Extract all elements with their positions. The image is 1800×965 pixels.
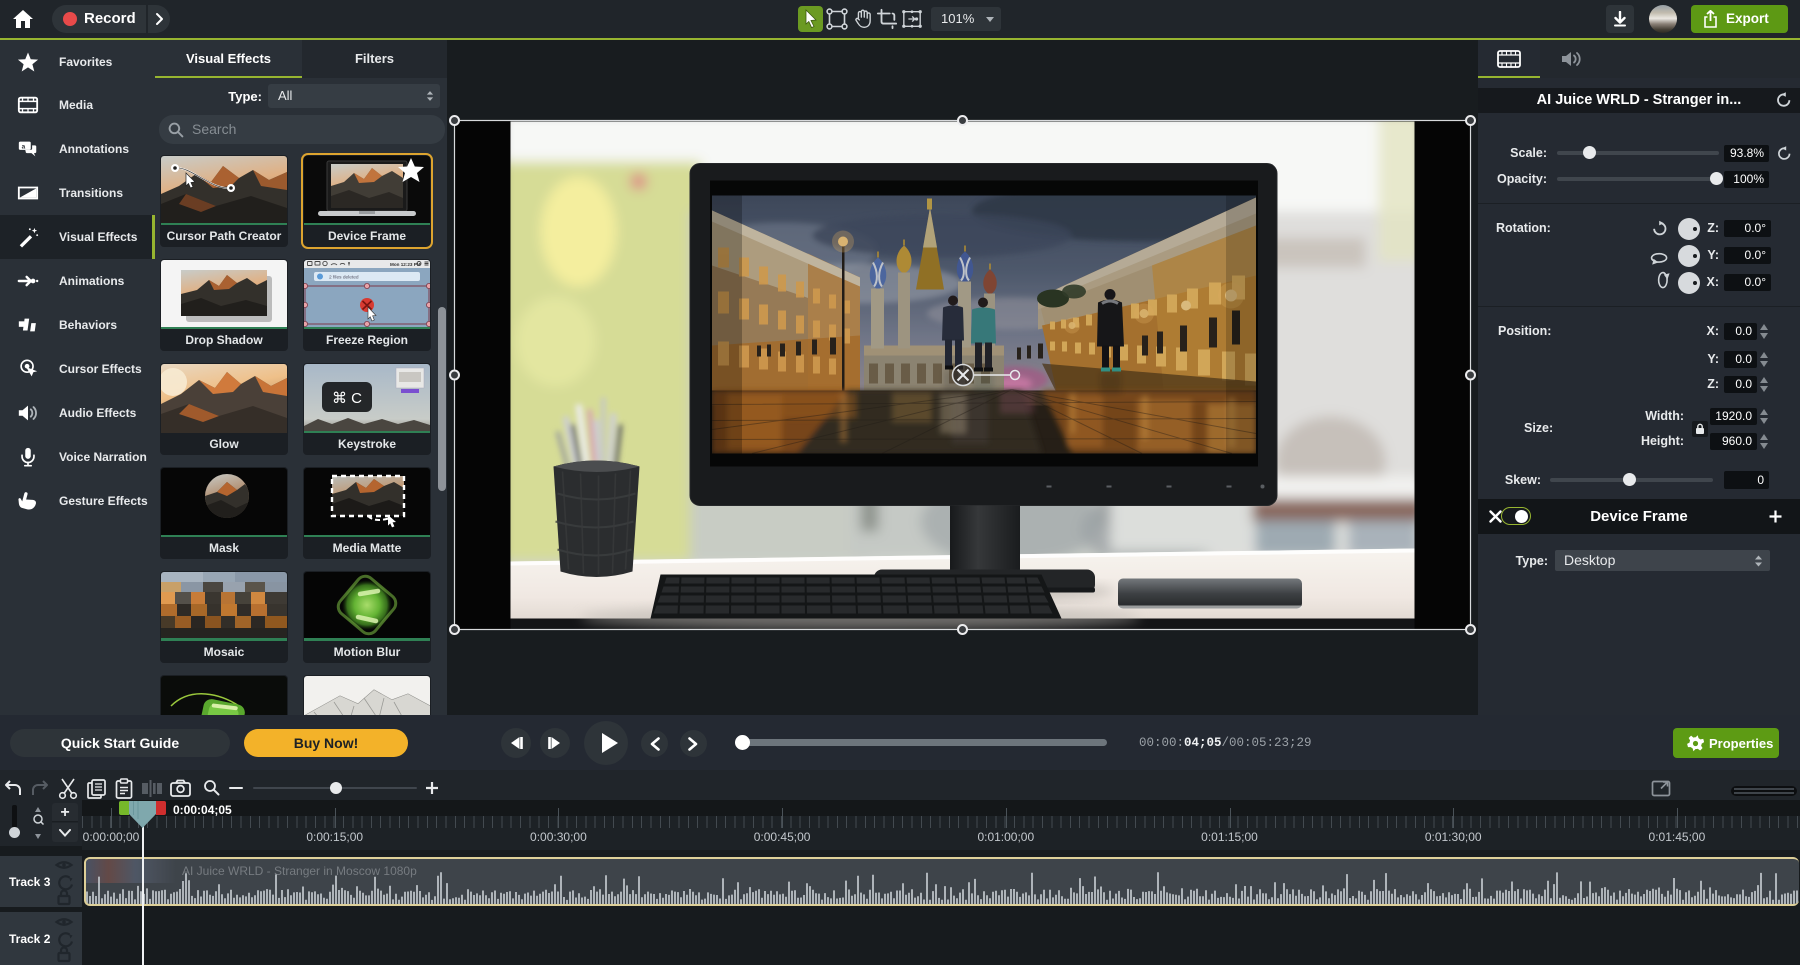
svg-text:a: a	[22, 144, 26, 151]
svg-text:⌘ C: ⌘ C	[332, 390, 362, 407]
svg-text:Mon 12:23 PM: Mon 12:23 PM	[390, 262, 421, 267]
svg-text:2 files deleted: 2 files deleted	[329, 275, 359, 281]
